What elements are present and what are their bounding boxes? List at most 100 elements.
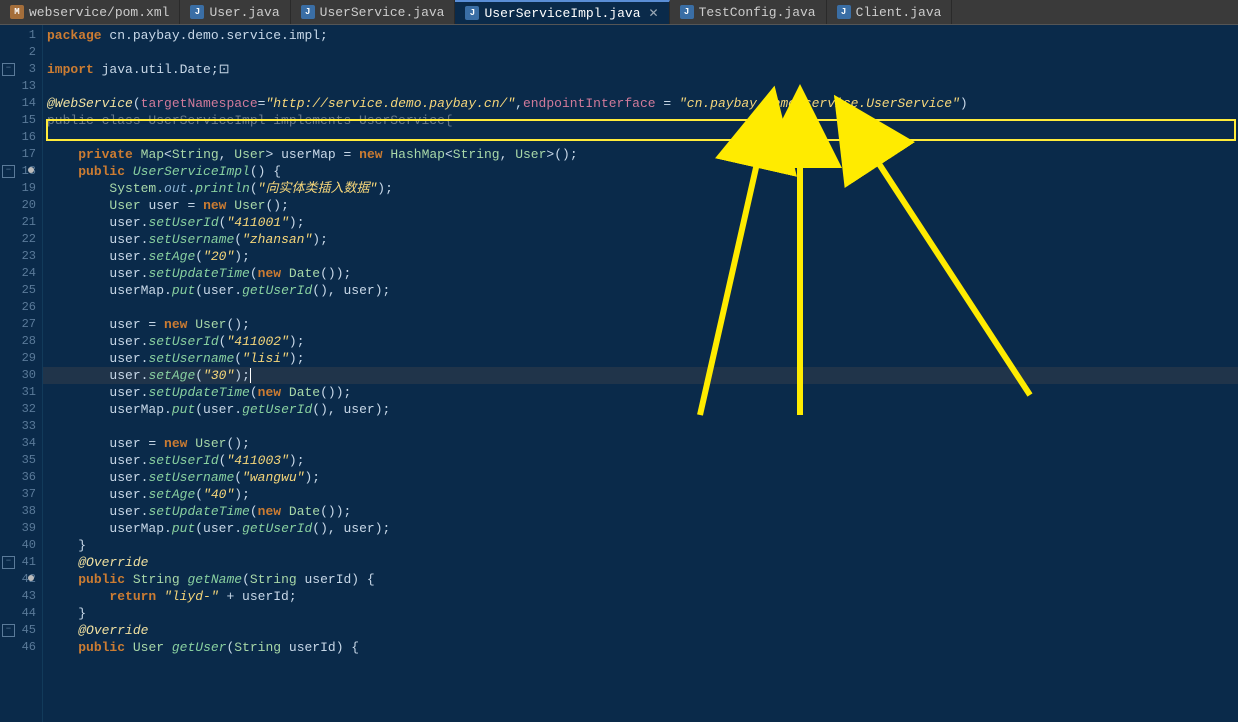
java-file-icon: J xyxy=(680,5,694,19)
xml-file-icon: M xyxy=(10,5,24,19)
code-line: } xyxy=(43,537,1238,554)
code-line: package cn.paybay.demo.service.impl; xyxy=(43,27,1238,44)
close-icon[interactable]: ✕ xyxy=(649,6,659,21)
code-line xyxy=(43,129,1238,146)
code-area[interactable]: package cn.paybay.demo.service.impl; imp… xyxy=(43,25,1238,722)
line-number[interactable]: 41− xyxy=(0,554,42,571)
gutter-marker-icon xyxy=(28,575,34,581)
line-number[interactable]: 1 xyxy=(0,27,42,44)
code-line: user = new User(); xyxy=(43,316,1238,333)
code-line xyxy=(43,299,1238,316)
line-number[interactable]: 39 xyxy=(0,520,42,537)
code-line xyxy=(43,78,1238,95)
line-number[interactable]: 3− xyxy=(0,61,42,78)
code-line: user.setUsername("lisi"); xyxy=(43,350,1238,367)
java-file-icon: J xyxy=(190,5,204,19)
code-line: user.setAge("20"); xyxy=(43,248,1238,265)
line-number[interactable]: 44 xyxy=(0,605,42,622)
code-line: userMap.put(user.getUserId(), user); xyxy=(43,401,1238,418)
code-line: user.setUserId("411003"); xyxy=(43,452,1238,469)
code-line: user.setUserId("411002"); xyxy=(43,333,1238,350)
fold-toggle-icon[interactable]: − xyxy=(2,165,15,178)
tab-label: UserService.java xyxy=(320,5,445,20)
code-line: import java.util.Date;⊡ xyxy=(43,61,1238,78)
code-line: @WebService(targetNamespace="http://serv… xyxy=(43,95,1238,112)
code-line: @Override xyxy=(43,622,1238,639)
line-number[interactable]: 26 xyxy=(0,299,42,316)
code-line: user.setUserId("411001"); xyxy=(43,214,1238,231)
line-number[interactable]: 16 xyxy=(0,129,42,146)
line-number[interactable]: 38 xyxy=(0,503,42,520)
code-line: User user = new User(); xyxy=(43,197,1238,214)
line-number[interactable]: 42 xyxy=(0,571,42,588)
code-line: userMap.put(user.getUserId(), user); xyxy=(43,282,1238,299)
line-number[interactable]: 27 xyxy=(0,316,42,333)
line-number[interactable]: 32 xyxy=(0,401,42,418)
fold-toggle-icon[interactable]: − xyxy=(2,556,15,569)
line-number[interactable]: 34 xyxy=(0,435,42,452)
line-number[interactable]: 36 xyxy=(0,469,42,486)
editor-tab[interactable]: Mwebservice/pom.xml xyxy=(0,0,180,24)
code-line-current: user.setAge("30"); xyxy=(43,367,1238,384)
line-number[interactable]: 30 xyxy=(0,367,42,384)
editor-tab[interactable]: J TestConfig.java xyxy=(670,0,827,24)
fold-toggle-icon[interactable]: − xyxy=(2,63,15,76)
line-number[interactable]: 33 xyxy=(0,418,42,435)
tab-label: Client.java xyxy=(856,5,942,20)
line-number[interactable]: 14 xyxy=(0,95,42,112)
line-number[interactable]: 25 xyxy=(0,282,42,299)
line-number[interactable]: 15 xyxy=(0,112,42,129)
line-number[interactable]: 28 xyxy=(0,333,42,350)
line-number[interactable]: 23 xyxy=(0,248,42,265)
line-number[interactable]: 46 xyxy=(0,639,42,656)
line-number[interactable]: 31 xyxy=(0,384,42,401)
editor-tabbar: Mwebservice/pom.xml J User.java J UserServic… xyxy=(0,0,1238,25)
code-line: user = new User(); xyxy=(43,435,1238,452)
line-number[interactable]: 40 xyxy=(0,537,42,554)
line-number[interactable]: 45− xyxy=(0,622,42,639)
line-number[interactable]: 20 xyxy=(0,197,42,214)
line-number[interactable]: 35 xyxy=(0,452,42,469)
editor-tab[interactable]: J UserServiceImpl.java ✕ xyxy=(455,0,669,24)
tab-label: User.java xyxy=(209,5,279,20)
line-number[interactable]: 2 xyxy=(0,44,42,61)
line-number[interactable]: 29 xyxy=(0,350,42,367)
code-line: public UserServiceImpl() { xyxy=(43,163,1238,180)
editor-tab[interactable]: J UserService.java xyxy=(291,0,456,24)
code-line: public String getName(String userId) { xyxy=(43,571,1238,588)
code-line: System.out.println("向实体类插入数据"); xyxy=(43,180,1238,197)
line-number[interactable]: 37 xyxy=(0,486,42,503)
code-line: @Override xyxy=(43,554,1238,571)
java-file-icon: J xyxy=(837,5,851,19)
code-line: return "liyd-" + userId; xyxy=(43,588,1238,605)
code-line: userMap.put(user.getUserId(), user); xyxy=(43,520,1238,537)
fold-toggle-icon[interactable]: − xyxy=(2,624,15,637)
line-number[interactable]: 19 xyxy=(0,180,42,197)
code-line xyxy=(43,44,1238,61)
line-gutter: 123−131415161718−19202122232425262728293… xyxy=(0,25,43,722)
line-number[interactable]: 13 xyxy=(0,78,42,95)
code-line: } xyxy=(43,605,1238,622)
line-number[interactable]: 22 xyxy=(0,231,42,248)
java-file-icon: J xyxy=(465,6,479,20)
code-line xyxy=(43,418,1238,435)
editor-tab[interactable]: J User.java xyxy=(180,0,290,24)
code-line: public User getUser(String userId) { xyxy=(43,639,1238,656)
code-line: user.setUpdateTime(new Date()); xyxy=(43,384,1238,401)
editor-tab[interactable]: J Client.java xyxy=(827,0,953,24)
gutter-marker-icon xyxy=(28,167,34,173)
code-line: user.setUsername("zhansan"); xyxy=(43,231,1238,248)
java-file-icon: J xyxy=(301,5,315,19)
code-editor[interactable]: 123−131415161718−19202122232425262728293… xyxy=(0,25,1238,722)
tab-label: UserServiceImpl.java xyxy=(484,6,640,21)
code-line: public class UserServiceImpl implements … xyxy=(43,112,1238,129)
tab-label: TestConfig.java xyxy=(699,5,816,20)
code-line: user.setAge("40"); xyxy=(43,486,1238,503)
line-number[interactable]: 17 xyxy=(0,146,42,163)
line-number[interactable]: 43 xyxy=(0,588,42,605)
line-number[interactable]: 24 xyxy=(0,265,42,282)
code-line: user.setUsername("wangwu"); xyxy=(43,469,1238,486)
line-number[interactable]: 21 xyxy=(0,214,42,231)
line-number[interactable]: 18− xyxy=(0,163,42,180)
code-line: user.setUpdateTime(new Date()); xyxy=(43,265,1238,282)
